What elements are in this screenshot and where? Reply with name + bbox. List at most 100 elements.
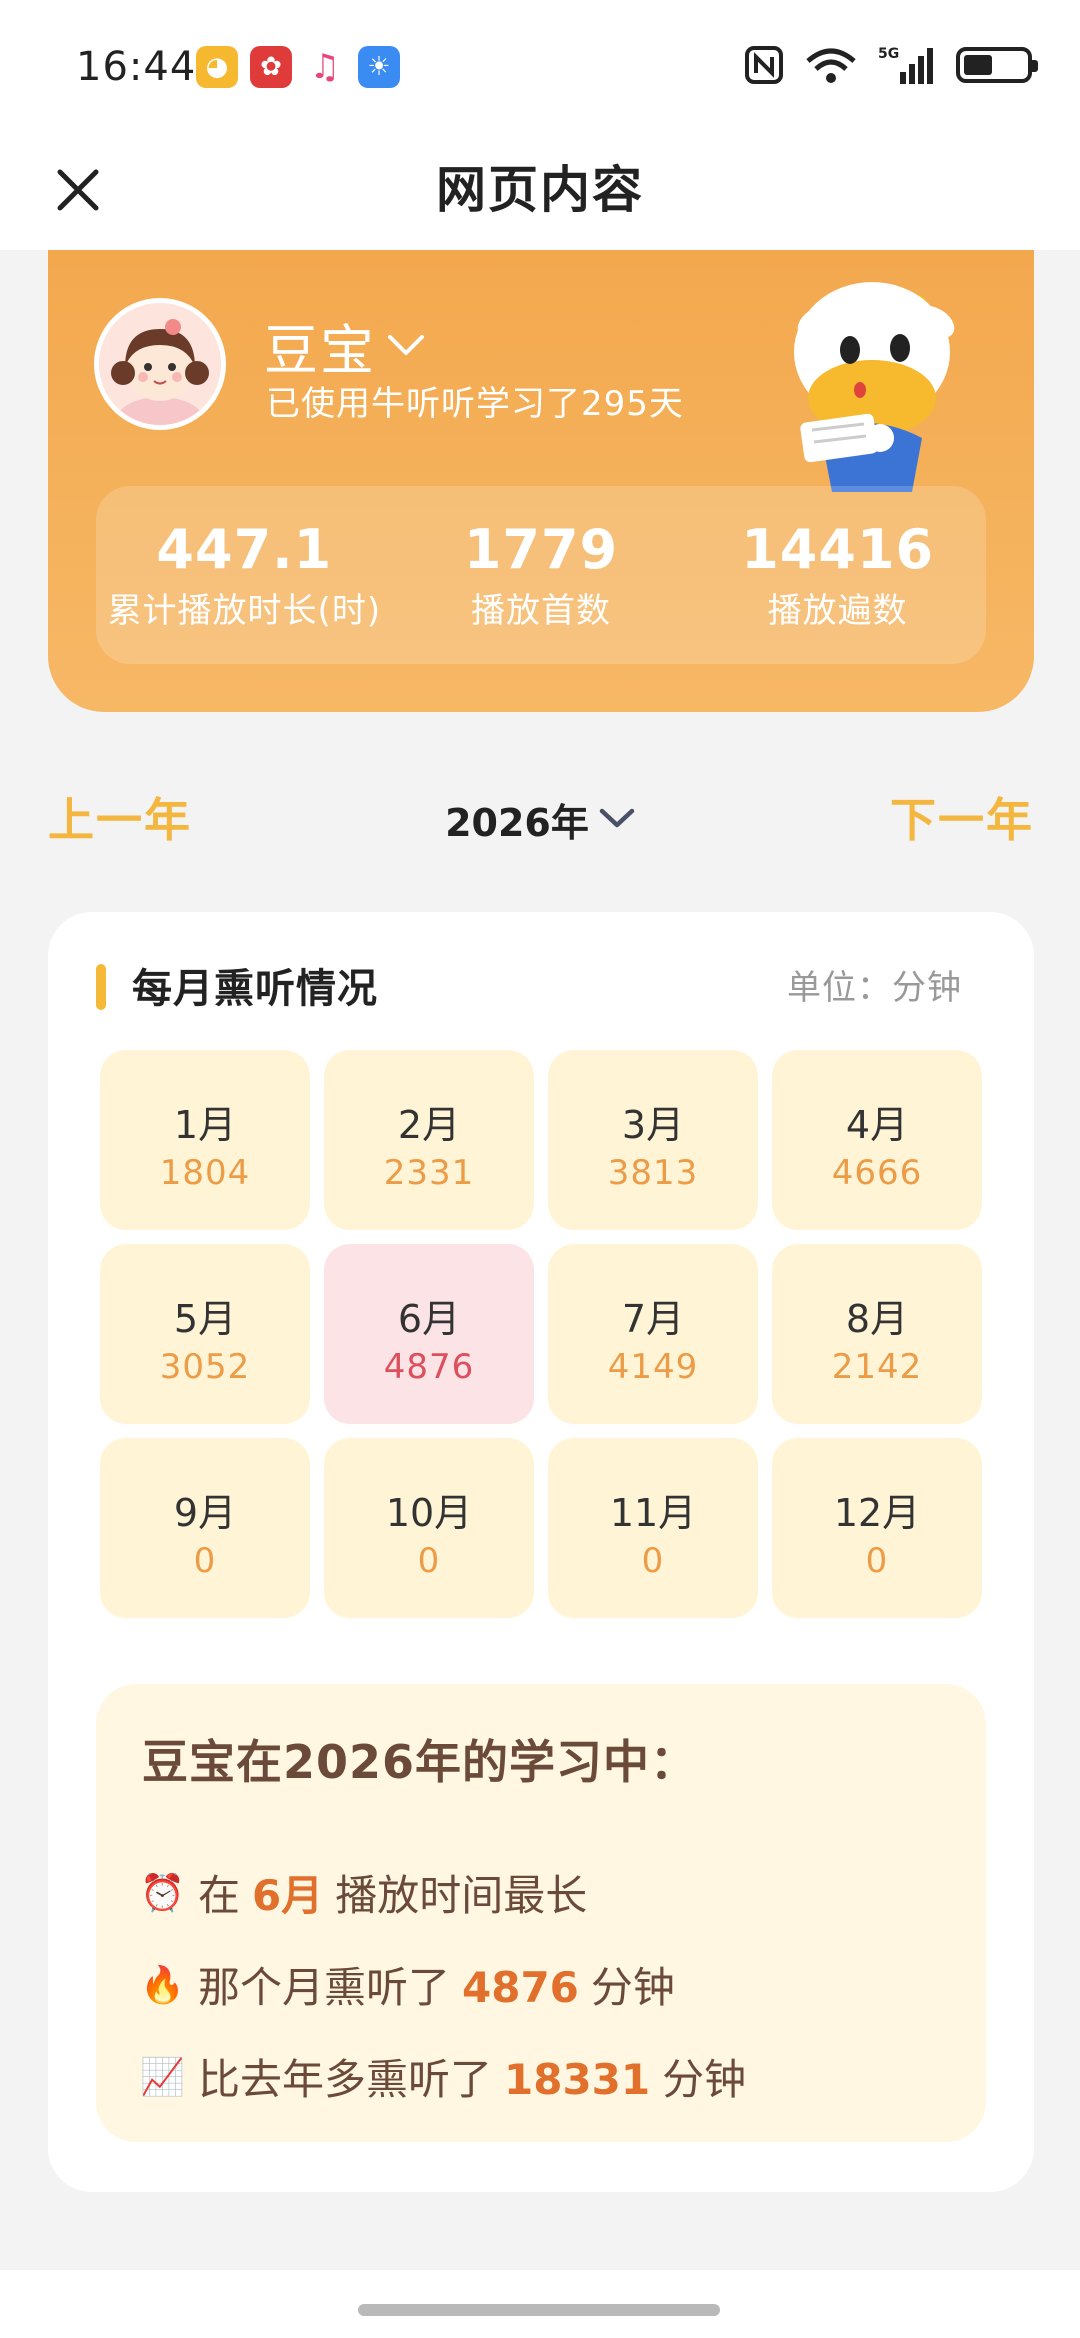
summary-highlight: 6月 [252, 1871, 324, 1920]
month-name: 1月 [173, 1102, 237, 1147]
stat-value: 1779 [463, 518, 619, 581]
month-value: 2142 [831, 1346, 923, 1387]
month-value: 2331 [383, 1152, 475, 1193]
stat-label: 累计播放时长(时) [107, 591, 382, 631]
month-name: 4月 [845, 1102, 909, 1147]
avatar[interactable] [94, 298, 226, 430]
summary-prefix: 在 [198, 1871, 241, 1920]
bottom-bar [0, 2270, 1080, 2338]
section-accent-bar [96, 964, 106, 1010]
next-year-button[interactable]: 下一年 [890, 784, 1034, 850]
stat-song-count: 1779 播放首数 [393, 518, 690, 632]
weather-icon: ☀ [358, 46, 400, 88]
month-value: 0 [417, 1540, 441, 1581]
summary-title: 豆宝在2026年的学习中： [142, 1735, 698, 1789]
stat-value: 14416 [741, 518, 935, 581]
yearly-summary: 豆宝在2026年的学习中： ⏰ 在 6月 播放时间最长 🔥 那个月熏听了 4876 分钟… [96, 1684, 986, 2142]
summary-highlight: 18331 [504, 2055, 651, 2104]
month-cell-9[interactable]: 9月 0 [100, 1438, 310, 1618]
summary-suffix: 分钟 [662, 2055, 747, 2104]
month-name: 8月 [845, 1296, 909, 1341]
usage-days-text: 已使用牛听听学习了295天 [266, 384, 684, 424]
month-value: 4876 [383, 1346, 475, 1387]
month-cell-6[interactable]: 6月 4876 [324, 1244, 534, 1424]
nav-bar: 网页内容 [0, 140, 1080, 250]
username: 豆宝 [264, 319, 376, 382]
month-value: 0 [193, 1540, 217, 1581]
status-time: 16:44 [76, 44, 197, 90]
red-app-icon: ✿ [250, 46, 292, 88]
stat-play-count: 14416 播放遍数 [689, 518, 986, 632]
unit-label: 单位：分钟 [787, 968, 962, 1008]
month-name: 12月 [833, 1490, 921, 1535]
profile-card: 豆宝 已使用牛听听学习了295天 447.1 累计播放时长(时) 1779 播放… [48, 250, 1034, 712]
month-value: 1804 [159, 1152, 251, 1193]
summary-line-month-minutes: 🔥 那个月熏听了 4876 分钟 [140, 1954, 675, 2015]
summary-suffix: 播放时间最长 [335, 1871, 588, 1920]
summary-text: 那个月熏听了 4876 分钟 [198, 1954, 675, 2015]
cow-mascot-icon [762, 262, 982, 492]
chart-increasing-icon: 📈 [140, 2056, 185, 2098]
user-switcher[interactable]: 豆宝 [264, 306, 426, 385]
month-name: 7月 [621, 1296, 685, 1341]
home-indicator[interactable] [358, 2304, 720, 2316]
stat-label: 播放遍数 [767, 591, 908, 631]
month-cell-8[interactable]: 8月 2142 [772, 1244, 982, 1424]
summary-text: 在 6月 播放时间最长 [198, 1862, 587, 1923]
summary-line-year-comparison: 📈 比去年多熏听了 18331 分钟 [140, 2046, 746, 2107]
month-value: 0 [865, 1540, 889, 1581]
page-title: 网页内容 [436, 161, 644, 219]
music-icon: ♫ [309, 47, 341, 87]
year-label: 2026年 [445, 801, 589, 845]
month-cell-2[interactable]: 2月 2331 [324, 1050, 534, 1230]
nfc-icon [744, 45, 784, 85]
svg-text:5G: 5G [878, 46, 899, 62]
month-value: 3813 [607, 1152, 699, 1193]
summary-text: 比去年多熏听了 18331 分钟 [198, 2046, 746, 2107]
status-bar: 16:44 ◕ ✿ ♫ ☀ 5G [0, 0, 1080, 140]
monthly-listening-card: 每月熏听情况 单位：分钟 1月 1804 2月 2331 3月 3813 4月 4666… [48, 912, 1034, 2192]
month-value: 3052 [159, 1346, 251, 1387]
month-grid: 1月 1804 2月 2331 3月 3813 4月 4666 5月 3052 6月 487… [100, 1050, 982, 1618]
month-cell-4[interactable]: 4月 4666 [772, 1050, 982, 1230]
month-cell-10[interactable]: 10月 0 [324, 1438, 534, 1618]
fire-icon: 🔥 [140, 1964, 185, 2006]
section-title: 每月熏听情况 [132, 966, 378, 1012]
summary-prefix: 那个月熏听了 [198, 1963, 451, 2012]
summary-line-longest-month: ⏰ 在 6月 播放时间最长 [140, 1862, 587, 1923]
stat-label: 播放首数 [471, 591, 611, 631]
wifi-icon [804, 45, 858, 85]
month-name: 2月 [397, 1102, 461, 1147]
system-icons: 5G [744, 44, 1038, 86]
month-cell-1[interactable]: 1月 1804 [100, 1050, 310, 1230]
month-name: 9月 [173, 1490, 237, 1535]
alarm-clock-icon: ⏰ [140, 1872, 185, 1914]
stat-value: 447.1 [156, 518, 333, 581]
summary-suffix: 分钟 [590, 1963, 675, 2012]
month-name: 11月 [609, 1490, 697, 1535]
month-cell-5[interactable]: 5月 3052 [100, 1244, 310, 1424]
battery-icon [956, 47, 1038, 83]
month-name: 5月 [173, 1296, 237, 1341]
chevron-down-icon [597, 803, 637, 837]
month-name: 6月 [397, 1296, 461, 1341]
month-cell-3[interactable]: 3月 3813 [548, 1050, 758, 1230]
stats-box: 447.1 累计播放时长(时) 1779 播放首数 14416 播放遍数 [96, 486, 986, 664]
summary-prefix: 比去年多熏听了 [198, 2055, 493, 2104]
stat-total-hours: 447.1 累计播放时长(时) [96, 518, 393, 632]
month-value: 4149 [607, 1346, 699, 1387]
summary-highlight: 4876 [462, 1963, 579, 2012]
month-cell-12[interactable]: 12月 0 [772, 1438, 982, 1618]
month-name: 3月 [621, 1102, 685, 1147]
chevron-down-icon [386, 331, 426, 361]
month-value: 4666 [831, 1152, 923, 1193]
month-name: 10月 [385, 1490, 473, 1535]
year-selector[interactable]: 2026年 [48, 792, 1034, 847]
year-navigation: 上一年 2026年 下一年 [48, 780, 1034, 850]
month-cell-7[interactable]: 7月 4149 [548, 1244, 758, 1424]
notification-icons: ◕ ✿ ♫ ☀ [196, 46, 400, 88]
month-cell-11[interactable]: 11月 0 [548, 1438, 758, 1618]
cellular-signal-icon: 5G [878, 44, 936, 86]
duck-app-icon: ◕ [196, 46, 238, 88]
month-value: 0 [641, 1540, 665, 1581]
